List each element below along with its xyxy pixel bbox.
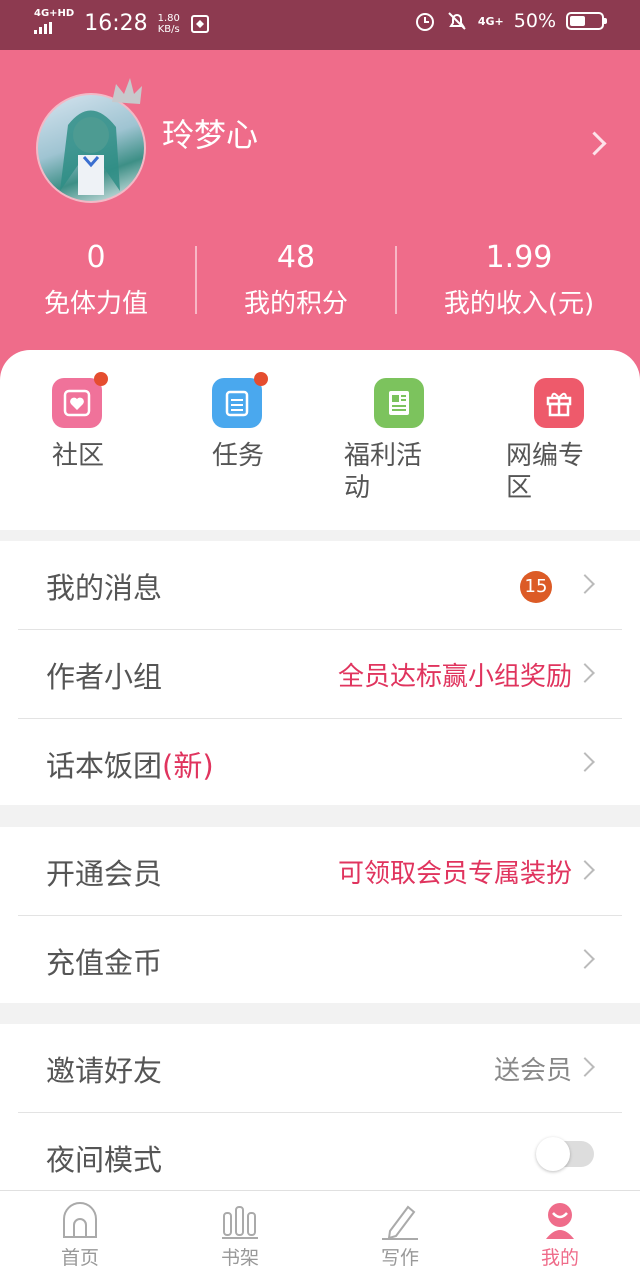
network-speed: 1.80 KB/s: [158, 13, 180, 35]
menu-row-invite[interactable]: 邀请好友 送会员: [18, 1024, 622, 1113]
menu-section-social: 我的消息 15 作者小组 全员达标赢小组奖励 话本饭团(新): [0, 541, 640, 805]
bookshelf-icon: [222, 1206, 258, 1239]
menu-row-membership[interactable]: 开通会员 可领取会员专属装扮: [18, 827, 622, 916]
row-title-text: 话本饭团: [46, 749, 163, 783]
stat-label: 我的积分: [243, 289, 348, 319]
battery-percent: 50%: [513, 10, 556, 32]
night-mode-toggle[interactable]: [536, 1137, 594, 1171]
username: 玲梦心: [162, 116, 259, 154]
row-title: 邀请好友: [46, 1054, 163, 1088]
menu-row-fan-group[interactable]: 话本饭团(新): [18, 719, 622, 807]
row-title: 作者小组: [46, 660, 163, 694]
menu-row-author-group[interactable]: 作者小组 全员达标赢小组奖励: [18, 630, 622, 719]
stat-points[interactable]: 48 我的积分: [238, 240, 354, 324]
quick-action-tasks[interactable]: 任务: [212, 372, 268, 472]
stat-divider: [195, 246, 197, 314]
row-title: 开通会员: [46, 857, 163, 891]
tab-label: 写作: [380, 1247, 419, 1269]
menu-row-night-mode: 夜间模式: [18, 1113, 622, 1201]
notification-dot: [254, 372, 268, 386]
quick-action-community[interactable]: 社区: [52, 372, 108, 472]
row-title: 话本饭团(新): [46, 743, 214, 785]
signal-indicator: 4G+HD: [34, 9, 74, 38]
pen-icon: [382, 1205, 418, 1240]
alarm-icon: [415, 13, 434, 31]
battery-level: [570, 16, 585, 26]
quick-action-label: 任务: [212, 441, 265, 471]
stat-income[interactable]: 1.99 我的收入(元): [436, 240, 602, 324]
chevron-right-icon: [575, 860, 595, 880]
profile-icon: [546, 1203, 574, 1239]
profile-header[interactable]: 玲梦心 0 免体力值 48 我的积分 1.99 我的收入(元): [0, 50, 640, 390]
speed-value: 1.80: [157, 12, 180, 24]
chevron-right-icon: [575, 752, 595, 772]
tab-bookshelf[interactable]: 书架: [200, 1201, 280, 1270]
stat-value: 0: [86, 240, 106, 275]
message-count-badge: 15: [520, 571, 552, 603]
menu-section-payment: 开通会员 可领取会员专属装扮 充值金币: [0, 827, 640, 1003]
network-type-2: 4G+: [477, 14, 504, 28]
stat-label: 我的收入(元): [443, 289, 595, 319]
row-title: 夜间模式: [46, 1143, 163, 1177]
battery-icon: [566, 12, 607, 30]
quick-actions: 社区 任务 福利活 动 网编专 区: [0, 350, 640, 530]
stat-divider: [395, 246, 397, 314]
tab-home[interactable]: 首页: [40, 1201, 120, 1270]
tab-label: 书架: [220, 1247, 259, 1269]
quick-action-editor[interactable]: 网编专 区: [506, 378, 584, 504]
chevron-right-icon: [575, 574, 595, 594]
stat-value: 48: [276, 240, 316, 275]
row-hint: 送会员: [493, 1056, 572, 1086]
quick-action-welfare[interactable]: 福利活 动: [344, 378, 424, 504]
label-line: 福利活: [344, 441, 423, 471]
menu-row-recharge[interactable]: 充值金币: [18, 916, 622, 1004]
toggle-knob: [536, 1137, 570, 1171]
newspaper-icon: [374, 378, 424, 428]
heart-card-icon: [52, 372, 108, 428]
chevron-right-icon: [575, 663, 595, 683]
row-hint: 全员达标赢小组奖励: [337, 662, 572, 692]
new-tag: (新): [162, 749, 214, 783]
stat-label: 免体力值: [43, 289, 148, 319]
quick-action-label: 福利活 动: [344, 440, 424, 504]
stat-value: 1.99: [485, 240, 553, 275]
clock: 16:28: [84, 11, 148, 36]
tab-write[interactable]: 写作: [360, 1201, 440, 1270]
tab-label: 我的: [540, 1247, 579, 1269]
home-icon: [63, 1202, 97, 1238]
tab-profile[interactable]: 我的: [520, 1201, 600, 1270]
quick-action-label: 网编专 区: [506, 440, 584, 504]
chevron-right-icon[interactable]: [582, 131, 607, 156]
speed-unit: KB/s: [157, 23, 180, 35]
row-title: 充值金币: [46, 946, 163, 980]
mute-bell-icon: [448, 12, 466, 30]
heart-card-glyph: [63, 389, 91, 417]
menu-section-settings: 邀请好友 送会员 夜间模式: [0, 1024, 640, 1194]
row-title: 我的消息: [46, 571, 163, 605]
clipboard-glyph: [225, 390, 249, 417]
chevron-right-icon: [575, 1057, 595, 1077]
label-line: 动: [344, 473, 371, 503]
bottom-tab-bar: 首页 书架 写作 我的: [0, 1190, 640, 1277]
quick-action-label: 社区: [52, 441, 105, 471]
notification-dot: [94, 372, 108, 386]
network-type: 4G+HD: [34, 8, 75, 19]
newspaper-glyph: [389, 391, 409, 415]
menu-row-messages[interactable]: 我的消息 15: [18, 541, 622, 630]
tab-label: 首页: [60, 1247, 99, 1269]
label-line: 区: [506, 473, 533, 503]
label-line: 网编专: [506, 441, 585, 471]
screenshot-icon: [190, 14, 209, 33]
signal-bars-icon: [34, 22, 52, 34]
clipboard-icon: [212, 372, 268, 428]
gift-icon: [534, 378, 584, 428]
stat-stamina[interactable]: 0 免体力值: [40, 240, 152, 324]
row-hint: 可领取会员专属装扮: [337, 859, 572, 889]
chevron-right-icon: [575, 949, 595, 969]
gift-glyph: [546, 392, 572, 417]
status-bar: 4G+HD 16:28 1.80 KB/s 4G+ 50%: [0, 0, 640, 50]
crown-icon: [112, 78, 142, 104]
